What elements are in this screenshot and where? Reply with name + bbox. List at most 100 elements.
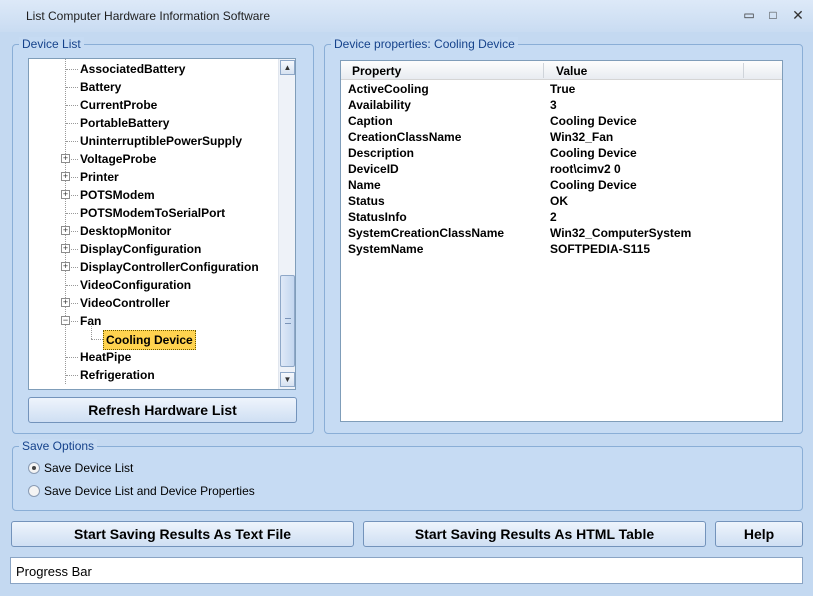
tree-item-label[interactable]: UninterruptiblePowerSupply [80, 132, 242, 150]
tree-item-label[interactable]: CurrentProbe [80, 96, 157, 114]
collapse-icon[interactable]: − [61, 316, 70, 325]
tree-item-label[interactable]: VideoController [80, 294, 170, 312]
tree-item[interactable]: + DisplayControllerConfiguration [29, 258, 279, 276]
properties-list[interactable]: Property Value ActiveCooling True Availabi… [340, 60, 783, 422]
property-name: CreationClassName [348, 130, 462, 144]
device-tree[interactable]: AssociatedBattery Battery CurrentProbe Port… [28, 58, 296, 390]
property-name: ActiveCooling [348, 82, 429, 96]
scroll-down-icon[interactable]: ▼ [280, 372, 295, 387]
progress-bar: Progress Bar [10, 557, 803, 584]
close-icon[interactable]: ✕ [789, 7, 807, 23]
properties-header: Property Value [341, 61, 782, 80]
property-name: Name [348, 178, 381, 192]
tree-item[interactable]: − Fan [29, 312, 279, 330]
save-options-label: Save Options [19, 439, 98, 453]
column-header-property[interactable]: Property [352, 64, 401, 78]
device-properties-label: Device properties: Cooling Device [331, 37, 518, 51]
tree-item[interactable]: Refrigeration [29, 366, 279, 384]
tree-item-label[interactable]: PortableBattery [80, 114, 169, 132]
property-value: 2 [550, 210, 557, 224]
property-name: StatusInfo [348, 210, 407, 224]
scroll-thumb[interactable] [280, 275, 295, 367]
expand-icon[interactable]: + [61, 190, 70, 199]
property-row[interactable]: Caption Cooling Device [341, 113, 782, 129]
property-row[interactable]: SystemCreationClassName Win32_ComputerSys… [341, 225, 782, 241]
save-device-list-properties-radio[interactable] [28, 485, 40, 497]
expand-icon[interactable]: + [61, 298, 70, 307]
maximize-icon[interactable]: □ [764, 7, 782, 23]
expand-icon[interactable]: + [61, 262, 70, 271]
tree-item-label[interactable]: HeatPipe [80, 348, 131, 366]
expand-icon[interactable]: + [61, 154, 70, 163]
save-html-table-button[interactable]: Start Saving Results As HTML Table [363, 521, 706, 547]
property-row[interactable]: CreationClassName Win32_Fan [341, 129, 782, 145]
property-row[interactable]: Availability 3 [341, 97, 782, 113]
tree-item-label[interactable]: Cooling Device [103, 330, 196, 350]
expand-icon[interactable]: + [61, 226, 70, 235]
tree-item[interactable]: + VideoController [29, 294, 279, 312]
property-name: SystemCreationClassName [348, 226, 505, 240]
tree-item-label[interactable]: DesktopMonitor [80, 222, 171, 240]
scroll-up-icon[interactable]: ▲ [280, 60, 295, 75]
refresh-hardware-button[interactable]: Refresh Hardware List [28, 397, 297, 423]
tree-item-label[interactable]: DisplayControllerConfiguration [80, 258, 259, 276]
property-value: Cooling Device [550, 146, 637, 160]
tree-item[interactable]: PortableBattery [29, 114, 279, 132]
tree-item-label[interactable]: Battery [80, 78, 121, 96]
tree-item[interactable]: VideoConfiguration [29, 276, 279, 294]
expand-icon[interactable]: + [61, 172, 70, 181]
tree-item[interactable]: + Printer [29, 168, 279, 186]
save-device-list-properties-label[interactable]: Save Device List and Device Properties [44, 484, 255, 498]
column-header-value[interactable]: Value [556, 64, 587, 78]
tree-scrollbar[interactable]: ▲ ▼ [278, 59, 295, 389]
save-device-list-label[interactable]: Save Device List [44, 461, 133, 475]
tree-item[interactable]: + DisplayConfiguration [29, 240, 279, 258]
title-bar: List Computer Hardware Information Softw… [0, 0, 813, 32]
tree-item[interactable]: POTSModemToSerialPort [29, 204, 279, 222]
device-list-label: Device List [19, 37, 84, 51]
tree-item-label[interactable]: VideoConfiguration [80, 276, 191, 294]
tree-item-label[interactable]: AssociatedBattery [80, 60, 185, 78]
tree-item[interactable]: Battery [29, 78, 279, 96]
property-value: root\cimv2 0 [550, 162, 621, 176]
tree-item-label[interactable]: DisplayConfiguration [80, 240, 201, 258]
tree-item-label[interactable]: POTSModem [80, 186, 155, 204]
property-name: DeviceID [348, 162, 399, 176]
tree-child-item[interactable]: Cooling Device [29, 321, 279, 350]
minimize-icon[interactable]: ▭ [740, 7, 758, 23]
tree-item[interactable]: AssociatedBattery [29, 60, 279, 78]
property-value: Win32_Fan [550, 130, 614, 144]
tree-item-label[interactable]: VoltageProbe [80, 150, 156, 168]
tree-item[interactable]: CurrentProbe [29, 96, 279, 114]
property-value: True [550, 82, 576, 96]
property-row[interactable]: Name Cooling Device [341, 177, 782, 193]
property-row[interactable]: DeviceID root\cimv2 0 [341, 161, 782, 177]
property-value: Cooling Device [550, 178, 637, 192]
tree-item[interactable]: UninterruptiblePowerSupply [29, 132, 279, 150]
property-row[interactable]: SystemName SOFTPEDIA-S115 [341, 241, 782, 257]
expand-icon[interactable]: + [61, 244, 70, 253]
save-options-group: Save Options [12, 439, 803, 511]
property-value: Cooling Device [550, 114, 637, 128]
property-value: OK [550, 194, 568, 208]
property-row[interactable]: Status OK [341, 193, 782, 209]
tree-item[interactable]: + POTSModem [29, 186, 279, 204]
property-value: SOFTPEDIA-S115 [550, 242, 651, 256]
save-text-file-button[interactable]: Start Saving Results As Text File [11, 521, 354, 547]
tree-item-label[interactable]: Printer [80, 168, 119, 186]
property-name: Availability [348, 98, 411, 112]
save-device-list-radio[interactable] [28, 462, 40, 474]
property-name: Status [348, 194, 385, 208]
window-title: List Computer Hardware Information Softw… [26, 9, 271, 23]
progress-label: Progress Bar [16, 564, 92, 579]
tree-item[interactable]: + DesktopMonitor [29, 222, 279, 240]
tree-item[interactable]: HeatPipe [29, 348, 279, 366]
property-value: 3 [550, 98, 557, 112]
property-row[interactable]: ActiveCooling True [341, 81, 782, 97]
help-button[interactable]: Help [715, 521, 803, 547]
tree-item[interactable]: + VoltageProbe [29, 150, 279, 168]
property-row[interactable]: Description Cooling Device [341, 145, 782, 161]
property-row[interactable]: StatusInfo 2 [341, 209, 782, 225]
tree-item-label[interactable]: POTSModemToSerialPort [80, 204, 225, 222]
tree-item-label[interactable]: Refrigeration [80, 366, 155, 384]
